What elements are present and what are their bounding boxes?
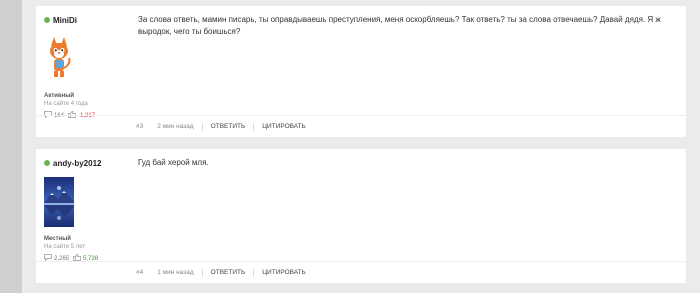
post-message: Гуд бай херой мля. [138, 158, 209, 167]
quote-button[interactable]: ЦИТИРОВАТЬ [262, 269, 306, 276]
post-number[interactable]: #4 [136, 269, 143, 276]
reply-button[interactable]: ОТВЕТИТЬ [211, 123, 246, 130]
post-time: 2 мин назад [157, 123, 194, 130]
user-panel: MiniDi Активный На сайте 4 года 164 -1,2… [44, 14, 134, 120]
username[interactable]: andy-by2012 [53, 159, 101, 168]
post-card: MiniDi Активный На сайте 4 года 164 -1,2… [36, 6, 686, 137]
quote-button[interactable]: ЦИТИРОВАТЬ [262, 123, 306, 130]
member-since: На сайте 4 года [44, 101, 88, 107]
avatar[interactable] [44, 177, 74, 227]
divider [253, 268, 255, 277]
divider [201, 268, 203, 277]
divider [253, 122, 255, 131]
post-time: 1 мин назад [157, 269, 194, 276]
user-panel: andy-by2012 Местный На сайте 5 лет 2,265… [44, 157, 134, 263]
post-number[interactable]: #3 [136, 123, 143, 130]
user-rank: Активный [44, 93, 75, 99]
username[interactable]: MiniDi [53, 16, 77, 25]
post-card: andy-by2012 Местный На сайте 5 лет 2,265… [36, 149, 686, 283]
post-message: За слова ответь, мамин писарь, ты оправд… [138, 15, 661, 36]
post-footer: #4 1 мин назад ОТВЕТИТЬ ЦИТИРОВАТЬ [36, 261, 686, 283]
username-row[interactable]: MiniDi [44, 14, 134, 26]
cartoon-cat-avatar-icon [50, 37, 71, 77]
member-since: На сайте 5 лет [44, 244, 86, 250]
user-rank: Местный [44, 236, 71, 242]
reply-button[interactable]: ОТВЕТИТЬ [211, 269, 246, 276]
divider [201, 122, 203, 131]
post-footer: #3 2 мин назад ОТВЕТИТЬ ЦИТИРОВАТЬ [36, 115, 686, 137]
avatar[interactable] [44, 34, 74, 84]
online-status-dot [44, 17, 50, 23]
mountain-lake-avatar-icon [44, 177, 74, 227]
online-status-dot [44, 160, 50, 166]
left-strip [0, 0, 22, 293]
username-row[interactable]: andy-by2012 [44, 157, 134, 169]
